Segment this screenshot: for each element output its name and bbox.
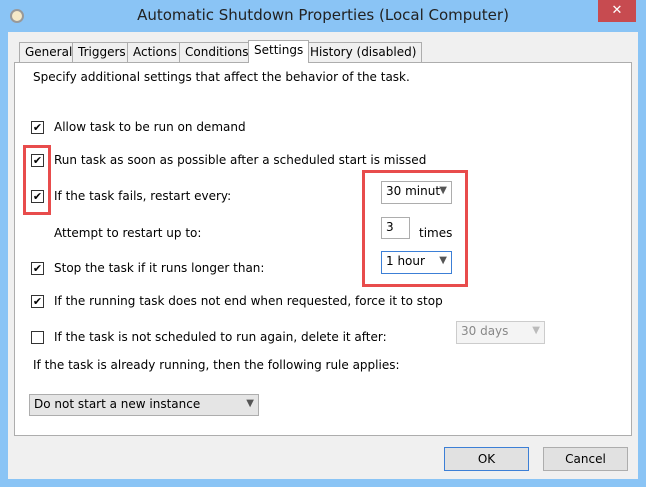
stop-longer-checkbox[interactable]: ✔ — [31, 262, 44, 275]
force-stop-checkbox[interactable]: ✔ — [31, 295, 44, 308]
tab-conditions[interactable]: Conditions — [179, 42, 255, 63]
instance-rule-value: Do not start a new instance — [34, 397, 201, 411]
allow-on-demand-checkbox[interactable]: ✔ — [31, 121, 44, 134]
window-title: Automatic Shutdown Properties (Local Com… — [137, 6, 509, 24]
rule-label: If the task is already running, then the… — [33, 358, 400, 372]
settings-panel — [14, 62, 632, 436]
restart-count-input[interactable]: 3 — [381, 217, 410, 239]
tab-general[interactable]: General — [19, 42, 79, 63]
tab-settings[interactable]: Settings — [248, 40, 310, 63]
tab-actions[interactable]: Actions — [127, 42, 183, 63]
restart-interval-value: 30 minut — [386, 184, 441, 198]
chevron-down-icon: ▼ — [532, 325, 540, 336]
delete-after-dropdown[interactable]: 30 days ▼ — [456, 321, 545, 344]
chevron-down-icon: ▼ — [439, 255, 447, 266]
ok-button[interactable]: OK — [444, 447, 529, 471]
restart-interval-dropdown[interactable]: 30 minut ▼ — [381, 181, 452, 204]
restart-every-label: If the task fails, restart every: — [54, 189, 232, 203]
delete-after-value: 30 days — [461, 324, 509, 338]
allow-on-demand-label: Allow task to be run on demand — [54, 120, 246, 134]
stop-duration-dropdown[interactable]: 1 hour ▼ — [381, 251, 452, 274]
delete-after-checkbox[interactable] — [31, 331, 44, 344]
close-button[interactable]: ✕ — [598, 0, 636, 22]
instance-rule-dropdown[interactable]: Do not start a new instance ▼ — [29, 394, 259, 416]
restart-every-checkbox[interactable]: ✔ — [31, 190, 44, 203]
times-label: times — [419, 226, 453, 240]
cancel-button[interactable]: Cancel — [543, 447, 628, 471]
chevron-down-icon: ▼ — [439, 185, 447, 196]
tab-triggers[interactable]: Triggers — [72, 42, 132, 63]
run-asap-checkbox[interactable]: ✔ — [31, 154, 44, 167]
run-asap-label: Run task as soon as possible after a sch… — [54, 153, 427, 167]
tab-history[interactable]: History (disabled) — [304, 42, 423, 63]
stop-duration-value: 1 hour — [386, 254, 425, 268]
intro-text: Specify additional settings that affect … — [33, 70, 410, 84]
chevron-down-icon: ▼ — [246, 398, 254, 409]
delete-after-label: If the task is not scheduled to run agai… — [54, 330, 387, 344]
force-stop-label: If the running task does not end when re… — [54, 294, 443, 308]
stop-longer-label: Stop the task if it runs longer than: — [54, 261, 265, 275]
restart-attempts-label: Attempt to restart up to: — [54, 226, 202, 240]
